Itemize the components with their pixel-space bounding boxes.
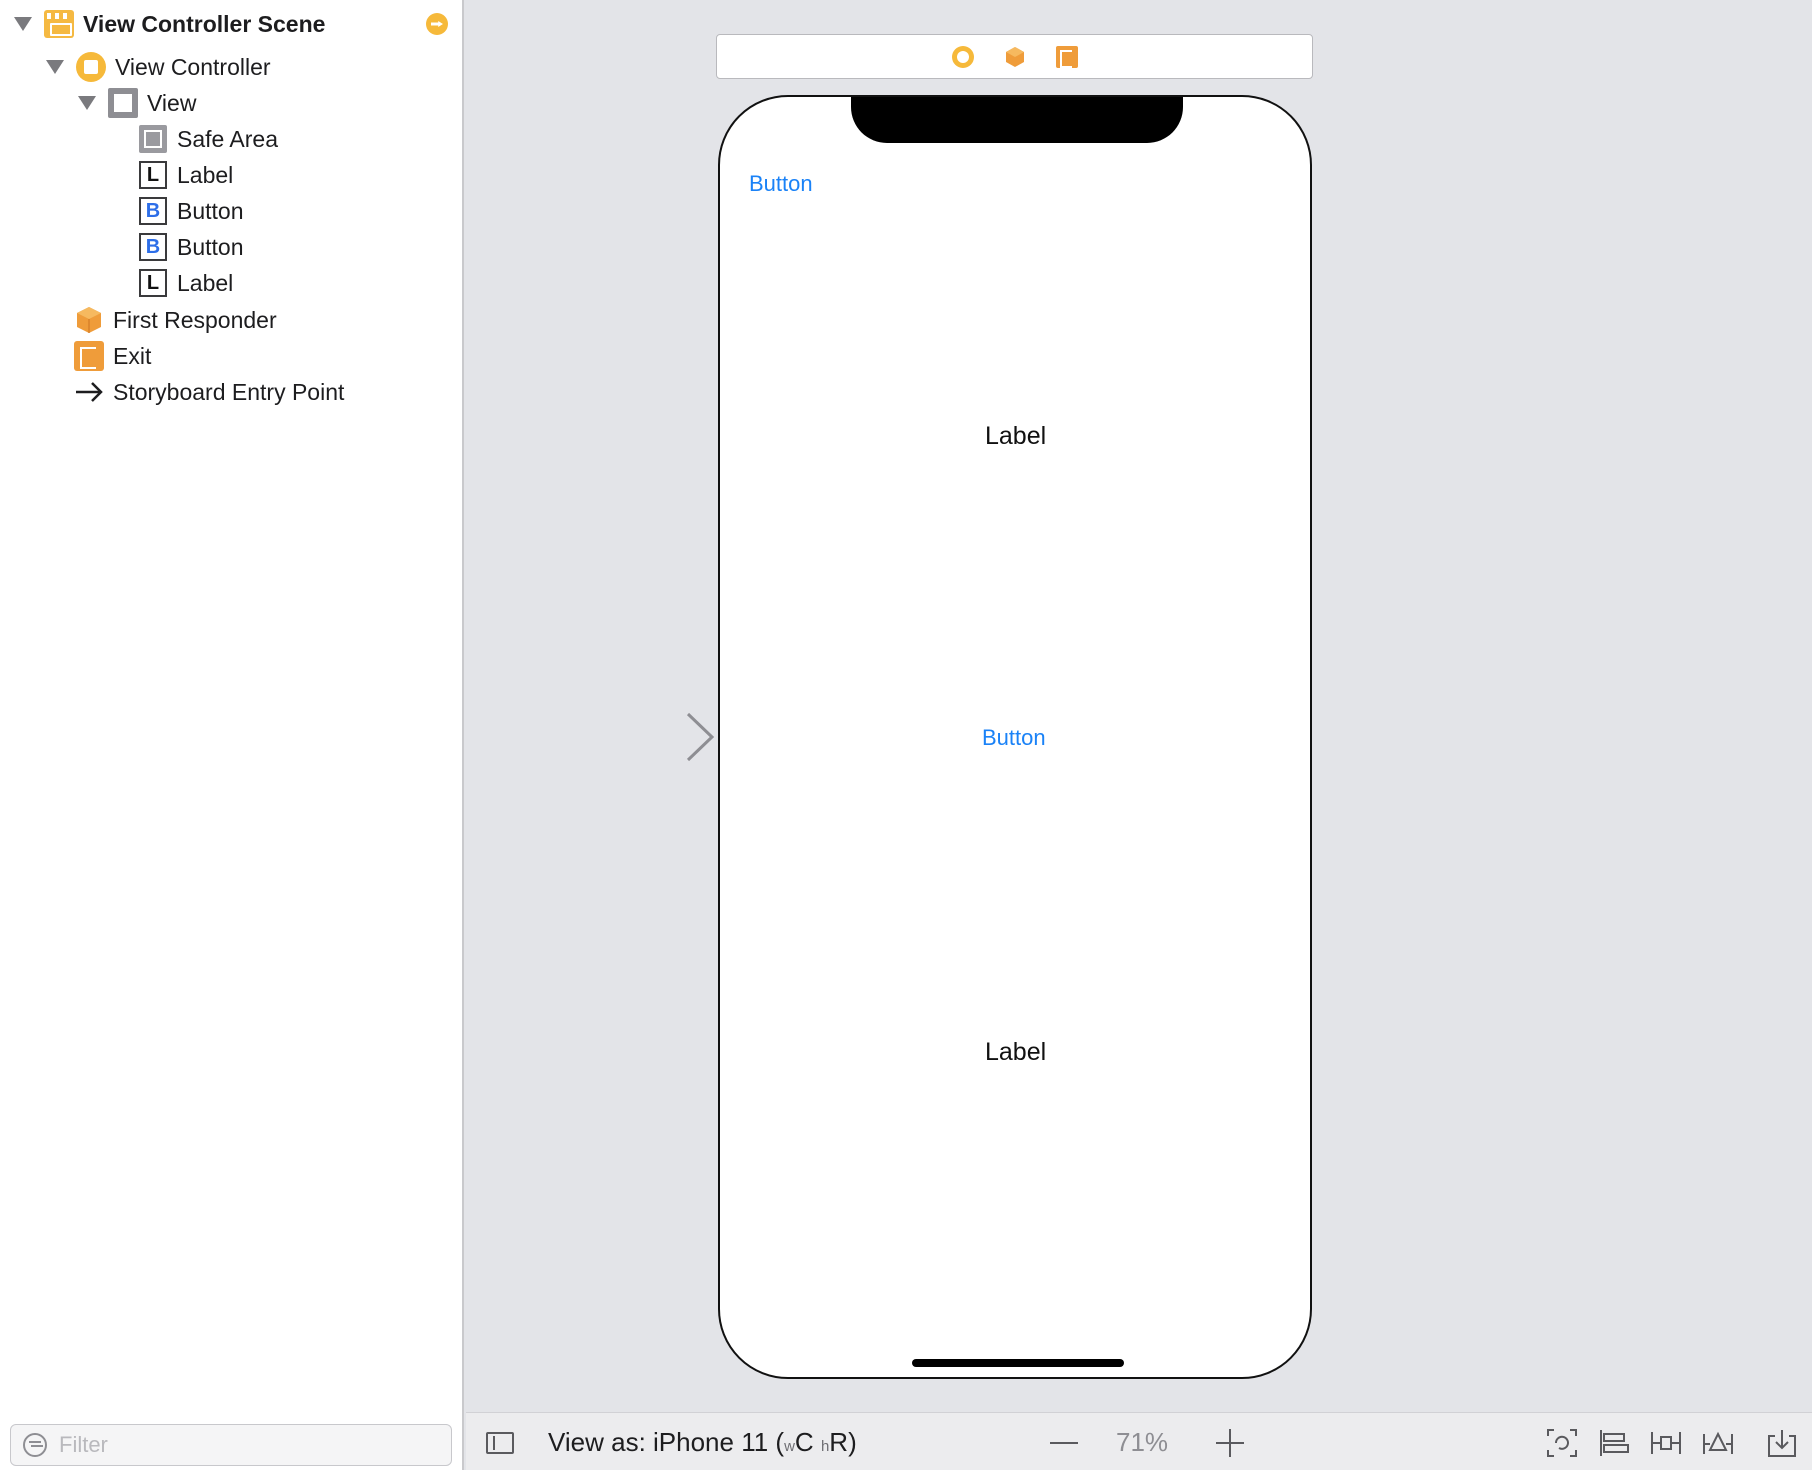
outline-item-label: Button: [177, 233, 244, 260]
outline-item-button-1[interactable]: B Button: [138, 193, 244, 229]
width-class: C: [794, 1427, 814, 1457]
label-bottom[interactable]: Label: [985, 1038, 1046, 1067]
outline-filter-field[interactable]: [10, 1424, 452, 1466]
safe-area-icon: [138, 124, 168, 154]
disclosure-triangle-icon[interactable]: [14, 17, 32, 31]
device-notch: [851, 97, 1183, 143]
view-controller-icon[interactable]: [951, 45, 974, 68]
first-responder-cube-icon: [74, 305, 104, 335]
button-letter: B: [139, 233, 167, 261]
button-letter: B: [139, 197, 167, 225]
outline-item-view-controller[interactable]: View Controller: [46, 49, 271, 85]
toggle-outline-icon[interactable]: [486, 1432, 514, 1454]
height-class: R: [829, 1427, 849, 1457]
outline-item-label: Storyboard Entry Point: [113, 378, 345, 405]
outline-item-exit[interactable]: Exit: [74, 338, 151, 374]
view-as-prefix: View as: iPhone 11 (: [548, 1427, 785, 1457]
first-responder-cube-icon[interactable]: [1004, 46, 1026, 68]
scene-go-arrow-icon[interactable]: [426, 13, 448, 35]
embed-in-icon[interactable]: [1766, 1428, 1798, 1458]
outline-item-label: Exit: [113, 342, 152, 369]
iphone-device-frame[interactable]: Button Label Button Label: [718, 95, 1312, 1379]
outline-item-storyboard-entry-point[interactable]: Storyboard Entry Point: [74, 374, 344, 410]
filter-input[interactable]: [59, 1432, 419, 1458]
scene-icon: [44, 9, 74, 39]
center-button[interactable]: Button: [982, 725, 1046, 751]
outline-item-label: First Responder: [113, 306, 277, 333]
outline-scene-row[interactable]: View Controller Scene: [14, 6, 325, 42]
outline-item-label: View Controller: [115, 53, 271, 80]
align-icon[interactable]: [1598, 1428, 1630, 1458]
view-as-device-button[interactable]: View as: iPhone 11 (wC hR): [548, 1427, 857, 1458]
exit-icon[interactable]: [1055, 45, 1078, 68]
outline-item-safe-area[interactable]: Safe Area: [138, 121, 278, 157]
outline-item-label: View: [147, 89, 197, 116]
label-letter: L: [139, 161, 167, 189]
outline-item-label-2[interactable]: L Label: [138, 265, 233, 301]
outline-item-label: Label: [177, 269, 234, 296]
view-as-suffix: ): [848, 1427, 857, 1457]
scene-dock: [716, 34, 1313, 79]
disclosure-triangle-icon[interactable]: [78, 96, 96, 110]
outline-item-view[interactable]: View: [78, 85, 196, 121]
storyboard-entry-arrow-icon[interactable]: [574, 712, 716, 762]
arrow-right-icon: [74, 377, 104, 407]
zoom-level: 71%: [1116, 1427, 1169, 1457]
outline-item-label: Safe Area: [177, 125, 279, 152]
add-constraints-icon[interactable]: [1650, 1428, 1682, 1458]
view-controller-icon: [76, 52, 106, 82]
top-button[interactable]: Button: [749, 171, 813, 197]
update-frames-icon[interactable]: [1546, 1428, 1578, 1458]
outline-item-button-2[interactable]: B Button: [138, 229, 244, 265]
label-letter: L: [139, 269, 167, 297]
exit-icon: [74, 341, 104, 371]
outline-scene-title: View Controller Scene: [83, 10, 326, 37]
outline-item-label-1[interactable]: L Label: [138, 157, 233, 193]
home-indicator: [912, 1359, 1124, 1367]
view-icon: [108, 88, 138, 118]
zoom-out-icon[interactable]: [1044, 1429, 1084, 1457]
resolve-auto-layout-icon[interactable]: [1702, 1428, 1734, 1458]
label-top[interactable]: Label: [985, 422, 1046, 451]
zoom-in-icon[interactable]: [1210, 1427, 1250, 1459]
disclosure-triangle-icon[interactable]: [46, 60, 64, 74]
button-icon: B: [138, 196, 168, 226]
button-icon: B: [138, 232, 168, 262]
width-class-letter: w: [784, 1438, 795, 1455]
filter-icon: [23, 1433, 47, 1457]
label-icon: L: [138, 160, 168, 190]
outline-item-label: Button: [177, 197, 244, 224]
document-outline: View Controller Scene View Controller Vi…: [0, 0, 464, 1470]
canvas-bottom-bar: View as: iPhone 11 (wC hR) 71%: [466, 1412, 1812, 1470]
outline-item-label: Label: [177, 161, 234, 188]
outline-item-first-responder[interactable]: First Responder: [74, 302, 277, 338]
label-icon: L: [138, 268, 168, 298]
